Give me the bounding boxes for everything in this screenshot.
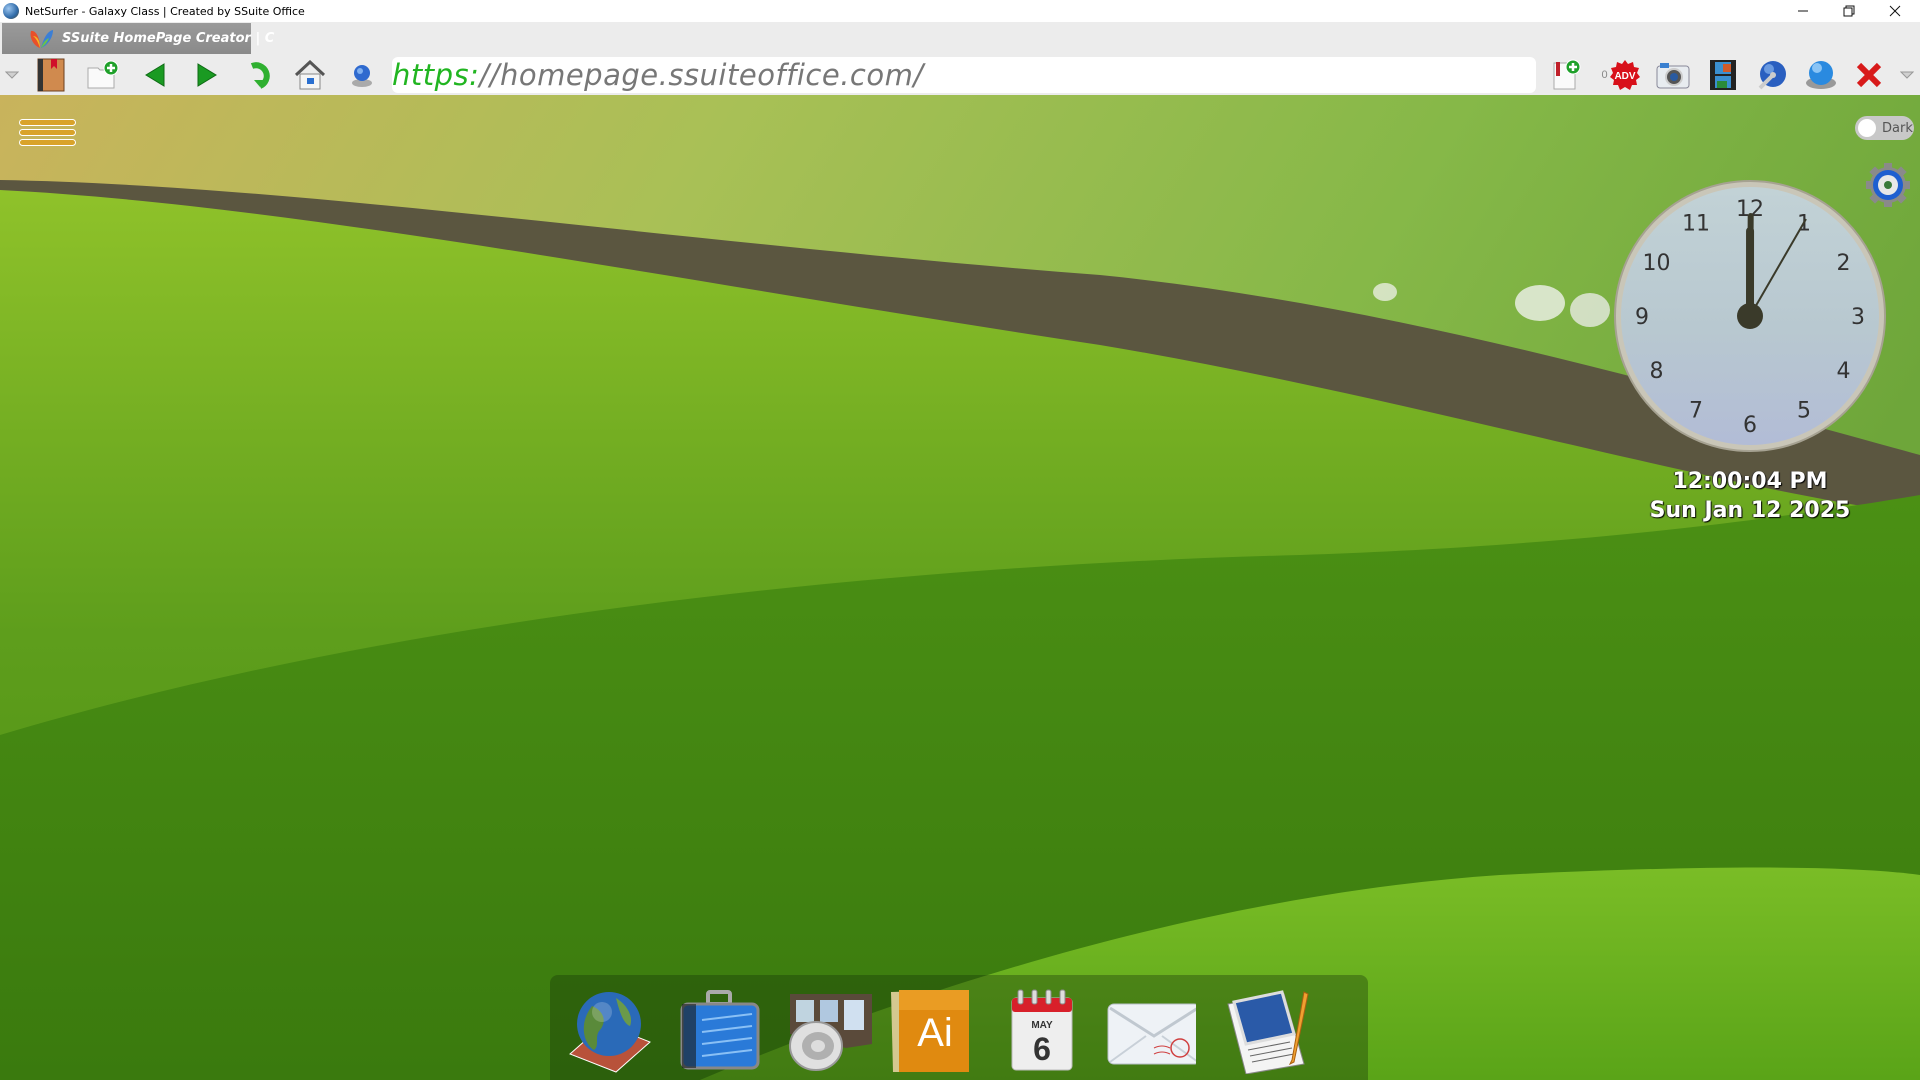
time-text: 12:00:04 PM — [1672, 469, 1828, 494]
arrow-right-icon — [197, 63, 217, 87]
clock-minute-hand — [1747, 213, 1754, 319]
bookmark-book-icon — [37, 58, 65, 92]
dock-multimedia[interactable] — [786, 983, 876, 1075]
clock-center-pin — [1737, 303, 1763, 329]
date-text: Sun Jan 12 2025 — [1649, 498, 1851, 523]
window-titlebar: NetSurfer - Galaxy Class | Created by SS… — [0, 0, 1920, 22]
reload-button[interactable] — [242, 57, 280, 93]
tab-ssuite-homepage[interactable]: SSuite HomePage Creator | C — [2, 23, 274, 54]
calendar-icon: MAY 6 — [1011, 989, 1073, 1071]
tab-title: SSuite HomePage Creator | C — [62, 31, 275, 46]
site-info-button[interactable] — [343, 57, 381, 93]
arrow-left-icon — [145, 63, 165, 87]
envelope-icon — [1107, 1003, 1196, 1065]
briefcase-icon — [680, 990, 760, 1070]
ai-label: Ai — [917, 1011, 953, 1055]
minimize-icon — [1798, 10, 1808, 12]
calendar-month: MAY — [1031, 1020, 1053, 1031]
clock-numeral: 10 — [1642, 251, 1670, 276]
bookmark-add-icon — [1553, 59, 1581, 90]
hamburger-menu-button[interactable] — [19, 119, 76, 146]
hamburger-bar — [19, 139, 76, 146]
film-icon — [1710, 60, 1736, 90]
globe-icon — [352, 65, 372, 87]
chevron-down-icon — [5, 71, 19, 79]
camera-icon — [1656, 63, 1690, 89]
dock-briefcase[interactable] — [674, 983, 764, 1075]
adblock-button[interactable]: 0 ADV — [1598, 57, 1644, 93]
netsurfer-app-icon — [3, 3, 19, 19]
dock-calendar[interactable]: MAY 6 — [996, 983, 1086, 1075]
close-x-icon — [1856, 62, 1882, 88]
restore-button[interactable] — [1826, 0, 1872, 22]
dock-web-browser[interactable] — [564, 983, 654, 1075]
digital-clock: 12:00:04 PM Sun Jan 12 2025 — [1630, 467, 1870, 525]
clock-numeral: 6 — [1743, 413, 1757, 438]
forward-button[interactable] — [188, 57, 226, 93]
wrench-globe-icon — [1758, 61, 1786, 90]
clock-numeral: 4 — [1837, 359, 1851, 384]
dark-mode-label: Dark — [1882, 120, 1913, 136]
globe-gear-icon — [1806, 61, 1836, 89]
ssuite-butterfly-icon — [28, 28, 54, 50]
network-button[interactable] — [1802, 57, 1840, 93]
clock-numeral: 3 — [1851, 305, 1865, 330]
homepage-desktop: Dark 12123456 — [0, 95, 1920, 1080]
restore-icon — [1843, 5, 1855, 17]
clock-numeral: 5 — [1797, 399, 1811, 424]
calendar-day: 6 — [1033, 1031, 1051, 1067]
url-scheme: https: — [392, 58, 480, 92]
speaker-film-icon — [789, 994, 872, 1071]
adblock-count: 0 — [1601, 69, 1608, 81]
adv-badge-icon: ADV — [1609, 60, 1640, 90]
new-tab-button[interactable] — [84, 57, 122, 93]
svg-text:ADV: ADV — [1614, 71, 1635, 82]
dock-journal[interactable] — [1224, 983, 1314, 1075]
close-icon — [1889, 5, 1901, 17]
journal-pencil-icon — [1227, 990, 1309, 1074]
close-window-button[interactable] — [1872, 0, 1918, 22]
new-tab-plus-icon — [87, 60, 119, 89]
toggle-knob — [1858, 119, 1876, 137]
navigation-toolbar: https://homepage.ssuiteoffice.com/ 0 ADV — [0, 55, 1920, 95]
tools-button[interactable] — [1753, 57, 1791, 93]
globe-book-icon — [569, 992, 651, 1073]
add-bookmark-button[interactable] — [1547, 57, 1585, 93]
dark-mode-toggle[interactable]: Dark — [1855, 116, 1914, 140]
url-path: //homepage.ssuiteoffice.com/ — [479, 58, 924, 92]
back-button[interactable] — [136, 57, 174, 93]
clock-numeral: 2 — [1837, 251, 1851, 276]
url-input[interactable]: https://homepage.ssuiteoffice.com/ — [392, 57, 1536, 93]
window-title: NetSurfer - Galaxy Class | Created by SS… — [25, 4, 305, 18]
tab-menu-dropdown-button[interactable] — [0, 57, 31, 93]
media-button[interactable] — [1704, 57, 1742, 93]
url-text: https://homepage.ssuiteoffice.com/ — [392, 58, 924, 92]
analog-clock: 121234567891011 — [1614, 180, 1886, 452]
tab-strip: SSuite HomePage Creator | C — [0, 22, 1920, 55]
ai-box-icon: Ai — [891, 990, 969, 1072]
home-button[interactable] — [291, 57, 329, 93]
dock-email[interactable] — [1106, 983, 1196, 1075]
hamburger-bar — [19, 129, 76, 136]
clock-numeral: 7 — [1689, 399, 1703, 424]
clock-numeral: 8 — [1649, 359, 1663, 384]
more-dropdown-button[interactable] — [1888, 57, 1920, 93]
app-dock: Ai MAY 6 — [550, 975, 1368, 1080]
screenshot-button[interactable] — [1654, 57, 1692, 93]
reload-icon — [250, 62, 270, 89]
close-tab-button[interactable] — [1850, 57, 1888, 93]
chevron-down-icon — [1900, 71, 1914, 79]
clock-numeral: 11 — [1682, 211, 1710, 236]
dock-graphics[interactable]: Ai — [885, 983, 975, 1075]
hamburger-bar — [19, 119, 76, 126]
clock-numeral: 9 — [1635, 305, 1649, 330]
bookmarks-button[interactable] — [32, 57, 70, 93]
home-icon — [294, 60, 326, 90]
minimize-button[interactable] — [1780, 0, 1826, 22]
